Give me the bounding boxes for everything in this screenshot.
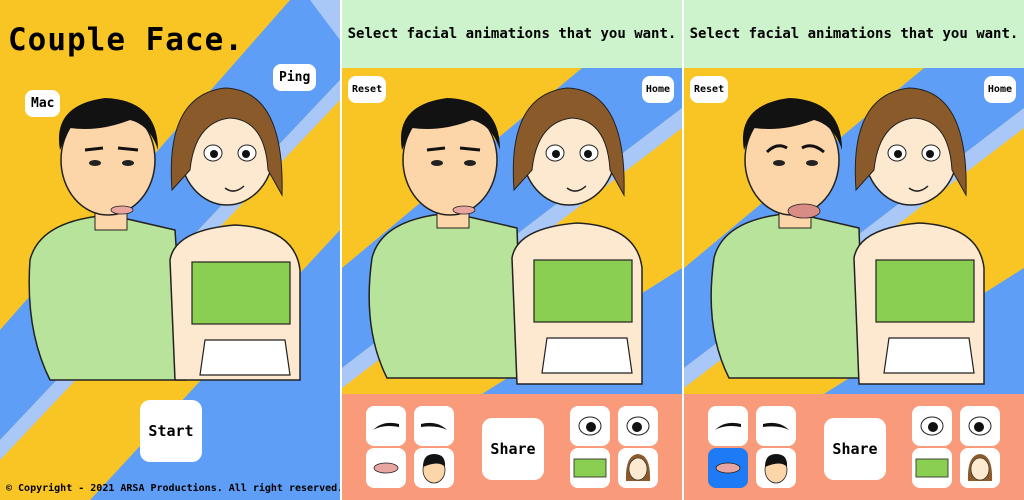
- eye-left-icon[interactable]: [570, 406, 610, 446]
- editor-header: Select facial animations that you want.: [342, 0, 682, 68]
- man-face-icon[interactable]: [756, 448, 796, 488]
- speech-bubble-ping: Ping: [273, 64, 317, 91]
- reset-button[interactable]: Reset: [690, 76, 729, 103]
- woman-face-icon[interactable]: [960, 448, 1000, 488]
- eyebrow-left-icon[interactable]: [366, 406, 406, 446]
- woman-face-icon[interactable]: [618, 448, 658, 488]
- controls-panel: Share: [342, 394, 682, 500]
- start-button[interactable]: Start: [140, 400, 202, 462]
- home-button[interactable]: Home: [983, 76, 1016, 103]
- lips-icon[interactable]: [708, 448, 748, 488]
- top-icon[interactable]: [912, 448, 952, 488]
- home-button[interactable]: Home: [641, 76, 674, 103]
- lips-icon[interactable]: [366, 448, 406, 488]
- editor-scene: [684, 68, 1024, 394]
- top-icon[interactable]: [570, 448, 610, 488]
- splash-screen: Couple Face. Mac Ping Start © Copyright …: [0, 0, 340, 500]
- reset-button[interactable]: Reset: [348, 76, 387, 103]
- editor-scene: [342, 68, 682, 394]
- eye-right-icon[interactable]: [960, 406, 1000, 446]
- controls-panel: Share: [684, 394, 1024, 500]
- eyebrow-right-icon[interactable]: [414, 406, 454, 446]
- eye-right-icon[interactable]: [618, 406, 658, 446]
- editor-screen-1: Select facial animations that you want.: [342, 0, 682, 500]
- eyebrow-left-icon[interactable]: [708, 406, 748, 446]
- editor-header: Select facial animations that you want.: [684, 0, 1024, 68]
- eye-left-icon[interactable]: [912, 406, 952, 446]
- eyebrow-right-icon[interactable]: [756, 406, 796, 446]
- speech-bubble-mac: Mac: [25, 90, 61, 117]
- editor-screen-2: Select facial animations that you want.: [684, 0, 1024, 500]
- copyright-text: © Copyright - 2021 ARSA Productions. All…: [6, 483, 340, 494]
- man-face-icon[interactable]: [414, 448, 454, 488]
- app-title: Couple Face.: [8, 22, 244, 58]
- share-button[interactable]: Share: [824, 418, 886, 480]
- share-button[interactable]: Share: [482, 418, 544, 480]
